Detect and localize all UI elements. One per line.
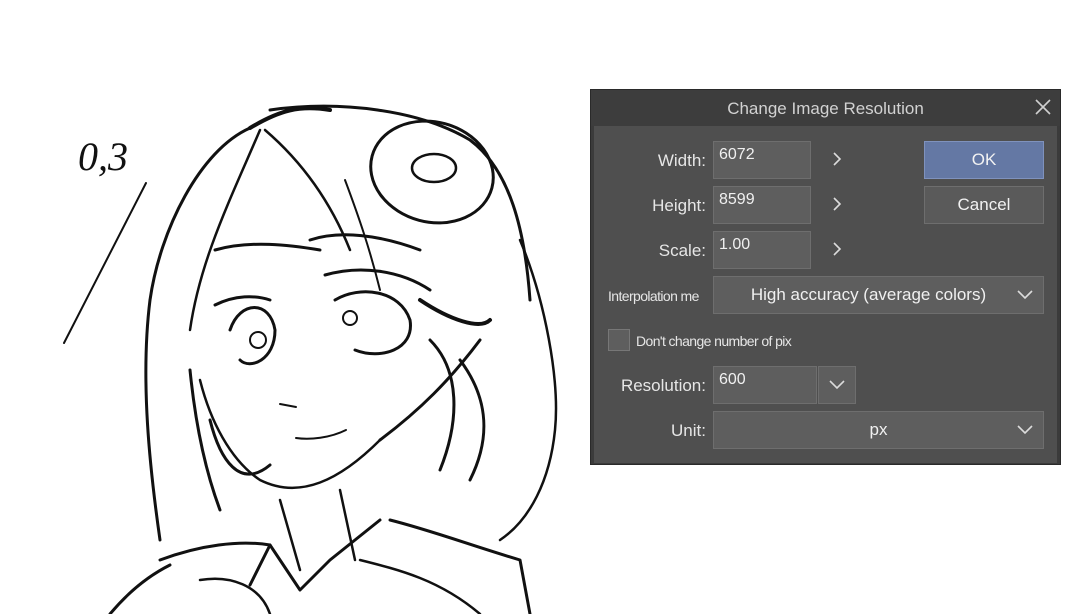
scale-field[interactable]: 1.00 [713,231,811,269]
change-resolution-dialog: Change Image Resolution Width: 6072 OK H… [590,89,1061,465]
keep-pixels-checkbox[interactable] [608,329,630,351]
resolution-dropdown-button[interactable] [818,366,856,404]
interpolation-value: High accuracy (average colors) [750,285,987,304]
interpolation-label: Interpolation me [608,288,699,304]
unit-value: px [869,420,888,439]
cancel-button[interactable]: Cancel [924,186,1044,224]
chevron-down-icon [1017,290,1033,300]
ok-button[interactable]: OK [924,141,1044,179]
width-field[interactable]: 6072 [713,141,811,179]
dialog-body: Width: 6072 OK Height: 8599 Cancel Scale… [594,126,1057,463]
chevron-down-icon [829,380,845,390]
close-icon[interactable] [1032,96,1054,118]
resolution-label: Resolution: [620,376,706,395]
height-field[interactable]: 8599 [713,186,811,224]
width-label: Width: [657,151,706,170]
unit-dropdown[interactable]: px [713,411,1044,449]
chevron-right-icon[interactable] [830,242,844,256]
unit-label: Unit: [671,421,706,440]
chevron-down-icon [1017,425,1033,435]
keep-pixels-label: Don't change number of pix [636,333,792,349]
chevron-right-icon[interactable] [830,197,844,211]
scale-label: Scale: [658,241,706,260]
handwritten-note: 0,3 [78,134,128,179]
dialog-titlebar[interactable]: Change Image Resolution [591,90,1060,126]
interpolation-dropdown[interactable]: High accuracy (average colors) [713,276,1044,314]
height-label: Height: [652,196,706,215]
chevron-right-icon[interactable] [830,152,844,166]
dialog-title: Change Image Resolution [727,99,924,118]
resolution-field[interactable]: 600 [713,366,817,404]
